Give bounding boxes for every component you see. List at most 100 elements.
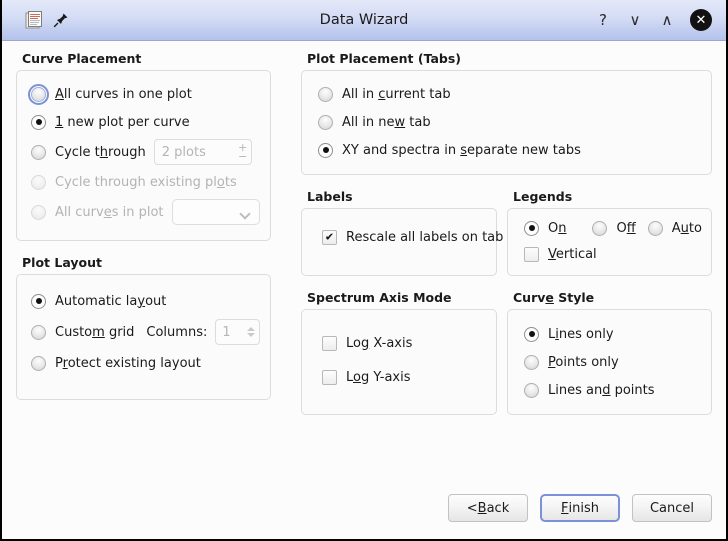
radio-indicator[interactable]	[31, 114, 46, 130]
radio-indicator[interactable]	[28, 83, 49, 105]
spectrum-axis-mode-title: Spectrum Axis Mode	[307, 290, 452, 305]
radio-label: Points only	[548, 354, 619, 370]
triangle-up-icon[interactable]	[247, 327, 255, 331]
radio-legend-on-label: On	[548, 220, 567, 236]
chevron-down-icon[interactable]: ∨	[626, 11, 644, 29]
checkbox-indicator[interactable]	[322, 369, 337, 385]
right-column: Plot Placement (Tabs) All in current tab…	[271, 51, 712, 415]
radio-all-current-tab[interactable]: All in current tab	[318, 80, 701, 108]
columns: Curve Placement All curves in one plot 1…	[16, 51, 712, 415]
radio-indicator[interactable]	[318, 142, 333, 158]
radio-label: Cycle through	[55, 144, 146, 160]
data-wizard-window: Data Wizard ? ∨ ∧ ✕ Curve Placement All …	[0, 0, 728, 541]
radio-label: All in current tab	[342, 86, 451, 102]
columns-label: Columns:	[146, 324, 208, 340]
columns-value[interactable]: 1	[216, 325, 243, 340]
legends-box: On Off Auto Vertical	[507, 208, 712, 276]
radio-lines-and-points[interactable]: Lines and points	[524, 376, 701, 404]
radio-label: XY and spectra in separate new tabs	[342, 142, 581, 158]
radio-indicator[interactable]	[524, 382, 539, 398]
columns-spinbox[interactable]: 1	[215, 319, 260, 345]
radio-indicator[interactable]	[647, 220, 663, 236]
radio-indicator[interactable]	[524, 220, 539, 236]
close-icon[interactable]: ✕	[690, 9, 712, 31]
radio-one-new-plot-per-curve[interactable]: 1 new plot per curve	[31, 108, 260, 136]
curve-style-title: Curve Style	[513, 290, 595, 305]
plot-layout-box: Automatic layout Custom grid Columns: 1	[16, 274, 271, 400]
back-button[interactable]: < Back	[448, 494, 528, 522]
legends-group: Legends On Off Auto	[497, 189, 712, 276]
radio-cycle-through-row[interactable]: Cycle through 2 plots + −	[31, 136, 260, 168]
titlebar: Data Wizard ? ∨ ∧ ✕	[2, 0, 726, 41]
radio-xy-spectra-separate-tabs[interactable]: XY and spectra in separate new tabs	[318, 136, 701, 164]
radio-indicator[interactable]	[524, 354, 539, 370]
radio-label: Protect existing layout	[55, 355, 201, 371]
checkbox-log-y-axis[interactable]: Log Y-axis	[322, 360, 486, 394]
cycle-plots-value[interactable]: 2 plots	[155, 145, 235, 160]
chevron-down-icon[interactable]	[241, 210, 250, 215]
radio-all-curves-in-plot-row[interactable]: All curves in plot	[31, 196, 260, 228]
spectrum-axis-mode-group: Spectrum Axis Mode Log X-axis Log Y-axis	[301, 290, 497, 415]
curve-placement-title: Curve Placement	[22, 51, 142, 66]
checkbox-label: Vertical	[548, 246, 597, 262]
checkbox-label: Log X-axis	[346, 335, 413, 351]
radio-indicator[interactable]	[318, 86, 333, 102]
triangle-down-icon[interactable]	[247, 333, 255, 337]
checkbox-indicator[interactable]	[322, 229, 337, 245]
checkbox-rescale-all-labels[interactable]: Rescale all labels on tab	[322, 227, 503, 247]
radio-legend-off-label: Off	[616, 220, 636, 236]
radio-all-curves-one-plot[interactable]: All curves in one plot	[28, 80, 260, 108]
radio-label: Lines only	[548, 326, 614, 342]
checkbox-indicator[interactable]	[322, 335, 337, 351]
radio-label: Cycle through existing plots	[55, 174, 237, 190]
plot-placement-title: Plot Placement (Tabs)	[307, 51, 462, 66]
radio-indicator[interactable]	[31, 204, 46, 220]
radio-indicator[interactable]	[31, 174, 46, 190]
pin-icon[interactable]	[53, 12, 69, 28]
checkbox-legend-vertical[interactable]: Vertical	[524, 241, 703, 267]
radio-indicator[interactable]	[31, 293, 46, 309]
axis-style-row: Spectrum Axis Mode Log X-axis Log Y-axis	[301, 290, 712, 415]
radio-cycle-existing-plots[interactable]: Cycle through existing plots	[31, 168, 260, 196]
radio-points-only[interactable]: Points only	[524, 348, 701, 376]
chevron-up-icon[interactable]: ∧	[658, 11, 676, 29]
labels-group: Labels Rescale all labels on tab	[301, 189, 503, 276]
columns-stepper[interactable]	[243, 321, 259, 343]
radio-label: All curves in plot	[55, 204, 164, 220]
spectrum-axis-mode-box: Log X-axis Log Y-axis	[301, 309, 497, 415]
radio-indicator[interactable]	[31, 324, 46, 340]
plot-placement-box: All in current tab All in new tab XY and…	[301, 70, 712, 175]
radio-automatic-layout[interactable]: Automatic layout	[31, 287, 260, 315]
radio-lines-only[interactable]: Lines only	[524, 320, 701, 348]
radio-indicator[interactable]	[31, 355, 46, 371]
titlebar-left-icons	[10, 10, 69, 30]
radio-custom-grid-row[interactable]: Custom grid Columns: 1	[31, 315, 260, 349]
labels-legends-row: Labels Rescale all labels on tab Legends	[301, 189, 712, 276]
curve-style-group: Curve Style Lines only Points only Lines…	[497, 290, 712, 415]
cancel-button[interactable]: Cancel	[632, 494, 712, 522]
minus-icon[interactable]: −	[238, 151, 247, 162]
target-plot-combobox[interactable]	[171, 199, 260, 225]
titlebar-controls: ? ∨ ∧ ✕	[594, 9, 718, 31]
radio-indicator[interactable]	[592, 220, 608, 236]
radio-all-new-tab[interactable]: All in new tab	[318, 108, 701, 136]
finish-button[interactable]: Finish	[540, 494, 620, 522]
plot-layout-title: Plot Layout	[22, 255, 102, 270]
cycle-plots-spinbox[interactable]: 2 plots + −	[153, 139, 252, 165]
document-stack-icon	[24, 10, 44, 30]
plot-placement-group: Plot Placement (Tabs) All in current tab…	[301, 51, 712, 175]
radio-legend-auto-label: Auto	[671, 220, 702, 236]
cycle-plots-stepper[interactable]: + −	[235, 140, 251, 164]
radio-label: 1 new plot per curve	[55, 114, 190, 130]
help-icon[interactable]: ?	[594, 11, 612, 29]
radio-indicator[interactable]	[524, 326, 539, 342]
radio-indicator[interactable]	[31, 144, 46, 160]
radio-protect-existing-layout[interactable]: Protect existing layout	[31, 349, 260, 377]
checkbox-label: Log Y-axis	[346, 369, 411, 385]
radio-label: Custom grid	[55, 324, 135, 340]
legends-mode-row: On Off Auto	[524, 215, 703, 241]
curve-placement-box: All curves in one plot 1 new plot per cu…	[16, 70, 271, 241]
checkbox-indicator[interactable]	[524, 246, 539, 262]
checkbox-log-x-axis[interactable]: Log X-axis	[322, 326, 486, 360]
radio-indicator[interactable]	[318, 114, 333, 130]
